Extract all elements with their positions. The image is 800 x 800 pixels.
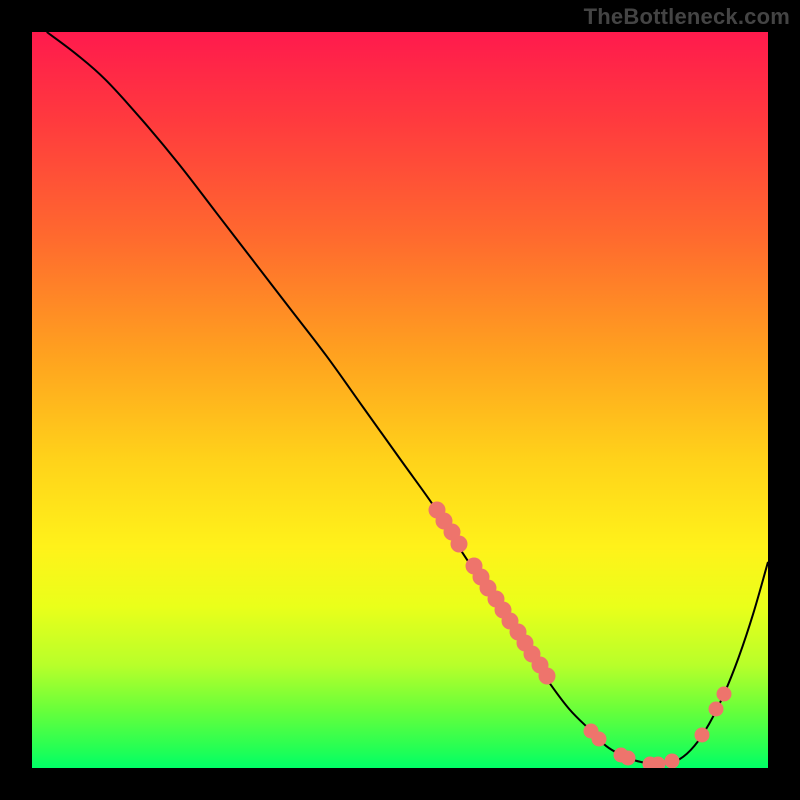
attribution-text: TheBottleneck.com xyxy=(584,4,790,30)
data-point xyxy=(591,731,606,746)
data-points-layer xyxy=(32,32,768,768)
data-point xyxy=(665,754,680,768)
plot-area xyxy=(32,32,768,768)
data-point xyxy=(694,727,709,742)
data-point xyxy=(450,535,467,552)
data-point xyxy=(716,687,731,702)
chart-container: TheBottleneck.com xyxy=(0,0,800,800)
data-point xyxy=(621,751,636,766)
data-point xyxy=(709,702,724,717)
data-point xyxy=(650,756,665,768)
data-point xyxy=(539,668,556,685)
